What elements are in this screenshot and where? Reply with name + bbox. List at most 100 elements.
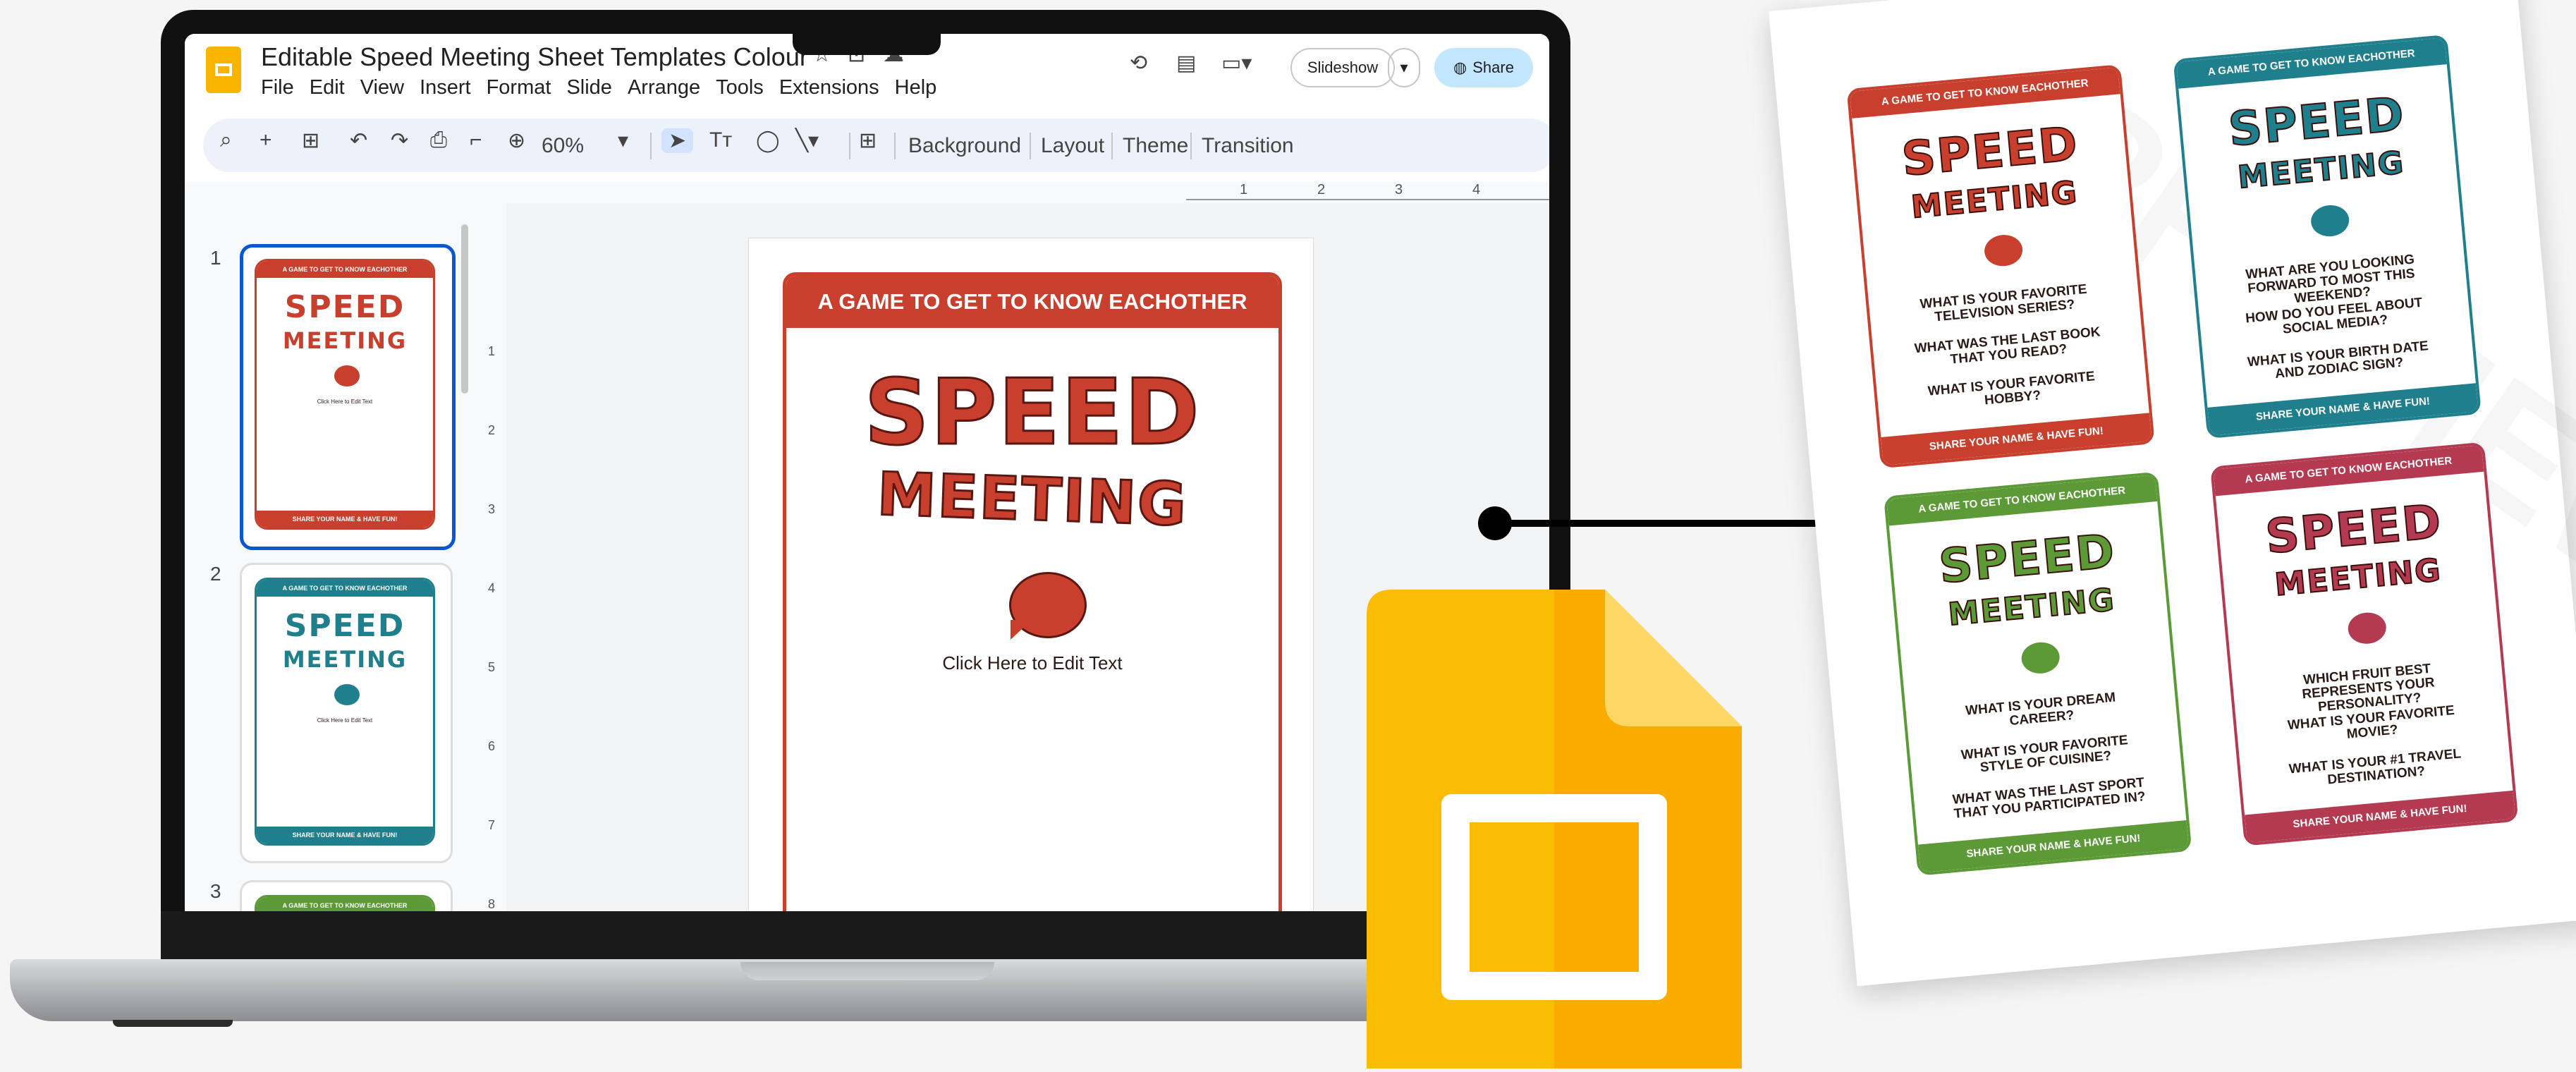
ruler-label: 5 [488,660,496,674]
sheet-card-2: A GAME TO GET TO KNOW EACHOTHER SPEED ME… [2173,34,2482,439]
screen-bezel-bottom [161,911,1570,962]
slideshow-dropdown[interactable]: ▾ [1388,48,1420,87]
print-icon[interactable]: ⎙ [430,128,447,152]
thumb-speed: SPEED [284,289,405,325]
speech-bubble-icon [2309,203,2351,238]
slideshow-button[interactable]: Slideshow [1290,48,1395,87]
menu-file[interactable]: File [261,76,294,99]
sheet-card-header: A GAME TO GET TO KNOW EACHOTHER [1849,67,2120,118]
printed-sheet-preview: PREVIEW A GAME TO GET TO KNOW EACHOTHER … [1769,0,2576,987]
zoom-icon[interactable]: ⊕ [508,128,525,153]
document-title[interactable]: Editable Speed Meeting Sheet Templates C… [261,42,808,72]
background-button[interactable]: Background [908,134,1021,158]
theme-button[interactable]: Theme [1123,134,1188,158]
redo-icon[interactable]: ↷ [391,128,408,153]
ruler-label: 1 [1240,182,1248,197]
menu-insert[interactable]: Insert [420,76,471,99]
main-card[interactable]: A GAME TO GET TO KNOW EACHOTHER SPEED ME… [783,272,1282,915]
ruler-label: 2 [1317,182,1326,197]
slide-thumbnail-3[interactable]: A GAME TO GET TO KNOW EACHOTHER SPEED [240,880,453,915]
slide-number: 3 [210,880,221,902]
slide-thumbnail-2[interactable]: A GAME TO GET TO KNOW EACHOTHER SPEED ME… [240,563,453,863]
video-call-icon[interactable]: ▭▾ [1221,51,1252,75]
slides-logo-icon[interactable] [206,47,241,93]
thumb-card-footer: SHARE YOUR NAME & HAVE FUN! [257,511,433,528]
ruler-label: 4 [488,581,496,595]
divider [1190,133,1192,159]
comment-icon[interactable]: ▤ [1176,51,1196,75]
edit-text-placeholder[interactable]: Click Here to Edit Text [786,653,1278,673]
divider [1111,133,1113,159]
ruler-label: 3 [488,502,496,516]
main-speed-title[interactable]: SPEED [786,360,1278,467]
divider [1030,133,1031,159]
sheet-question-3: WHAT WAS THE LAST SPORT THAT YOU PARTICI… [1951,775,2147,822]
trackpad-notch [740,962,994,980]
menu-help[interactable]: Help [895,76,937,99]
divider [650,133,652,159]
speech-bubble-icon [334,365,360,386]
thumb-card: A GAME TO GET TO KNOW EACHOTHER SPEED ME… [255,259,435,530]
cursor-icon[interactable]: ➤ [661,128,694,153]
layout-button[interactable]: Layout [1041,134,1104,158]
ruler-label: 1 [488,344,496,358]
thumb-meeting: MEETING [282,646,408,673]
paint-format-icon[interactable]: ⌐ [470,128,482,152]
ruler-label: 3 [1395,182,1403,197]
speech-bubble-icon [334,684,360,705]
sheet-question-3: WHAT IS YOUR FAVORITE HOBBY? [1927,369,2096,408]
share-button[interactable]: ◍ Share [1434,48,1533,87]
menu-extensions[interactable]: Extensions [779,76,879,99]
menu-tools[interactable]: Tools [716,76,764,99]
new-slide-icon[interactable]: ⊞ [302,128,319,153]
ruler-label: 7 [488,818,496,832]
textbox-icon[interactable]: Tт [709,128,732,152]
laptop-foot [113,1020,233,1027]
menu-format[interactable]: Format [487,76,551,99]
comment-add-icon[interactable]: ⊞ [859,128,877,153]
thumb-card: A GAME TO GET TO KNOW EACHOTHER SPEED ME… [255,578,435,846]
google-slides-icon-svg [1367,590,1742,1068]
zoom-dropdown-icon[interactable]: ▾ [618,128,628,153]
filmstrip-panel: 1 A GAME TO GET TO KNOW EACHOTHER SPEED … [185,182,481,915]
ruler-label: 2 [488,423,496,437]
sheet-card-footer: SHARE YOUR NAME & HAVE FUN! [2245,790,2516,843]
filmstrip-scrollbar[interactable] [461,224,468,394]
shape-icon[interactable]: ◯ [756,128,780,153]
thumb-card-footer: SHARE YOUR NAME & HAVE FUN! [257,827,433,843]
thumb-speed: SPEED [284,608,405,644]
top-ruler: 1 2 3 4 5 6 7 [481,182,1549,203]
menu-slide[interactable]: Slide [566,76,612,99]
sheet-card-footer: SHARE YOUR NAME & HAVE FUN! [1881,413,2152,465]
ruler-label: 6 [488,739,496,753]
main-slide[interactable]: A GAME TO GET TO KNOW EACHOTHER SPEED ME… [749,238,1313,915]
zoom-level[interactable]: 60% [542,134,584,158]
left-ruler: 1 2 3 4 5 6 7 8 [481,203,506,915]
google-slides-icon [1367,590,1742,1068]
menu-arrange[interactable]: Arrange [628,76,700,99]
thumb-card-header: A GAME TO GET TO KNOW EACHOTHER [257,580,433,597]
share-label: Share [1472,59,1514,76]
speech-bubble-icon [1983,233,2024,268]
sheet-question-2: WHAT IS YOUR FAVORITE STYLE OF CUISINE? [1960,733,2129,776]
undo-icon[interactable]: ↶ [350,128,367,153]
menu-view[interactable]: View [360,76,404,99]
menu-bar: File Edit View Insert Format Slide Arran… [261,76,936,99]
menu-edit[interactable]: Edit [310,76,345,99]
speech-bubble-icon [2346,611,2388,646]
search-icon[interactable]: ⌕ [220,128,232,152]
sheet-question-3: WHAT IS YOUR #1 TRAVEL DESTINATION? [2288,746,2462,788]
ruler-label: 8 [488,897,496,911]
main-meeting-title[interactable]: MEETING [786,456,1278,542]
main-card-header[interactable]: A GAME TO GET TO KNOW EACHOTHER [786,276,1278,328]
plus-icon[interactable]: + [260,128,272,152]
sheet-card-4: A GAME TO GET TO KNOW EACHOTHER SPEED ME… [2210,441,2519,846]
ruler-label: 4 [1472,182,1481,197]
transition-button[interactable]: Transition [1202,134,1294,158]
slide-number: 2 [210,563,221,585]
sheet-question-3: WHAT IS YOUR BIRTH DATE AND ZODIAC SIGN? [2247,339,2429,382]
slide-thumbnail-1[interactable]: A GAME TO GET TO KNOW EACHOTHER SPEED ME… [240,244,456,550]
ruler-baseline [1186,199,1549,200]
line-icon[interactable]: ╲▾ [795,128,819,153]
history-icon[interactable]: ⟲ [1130,51,1147,75]
